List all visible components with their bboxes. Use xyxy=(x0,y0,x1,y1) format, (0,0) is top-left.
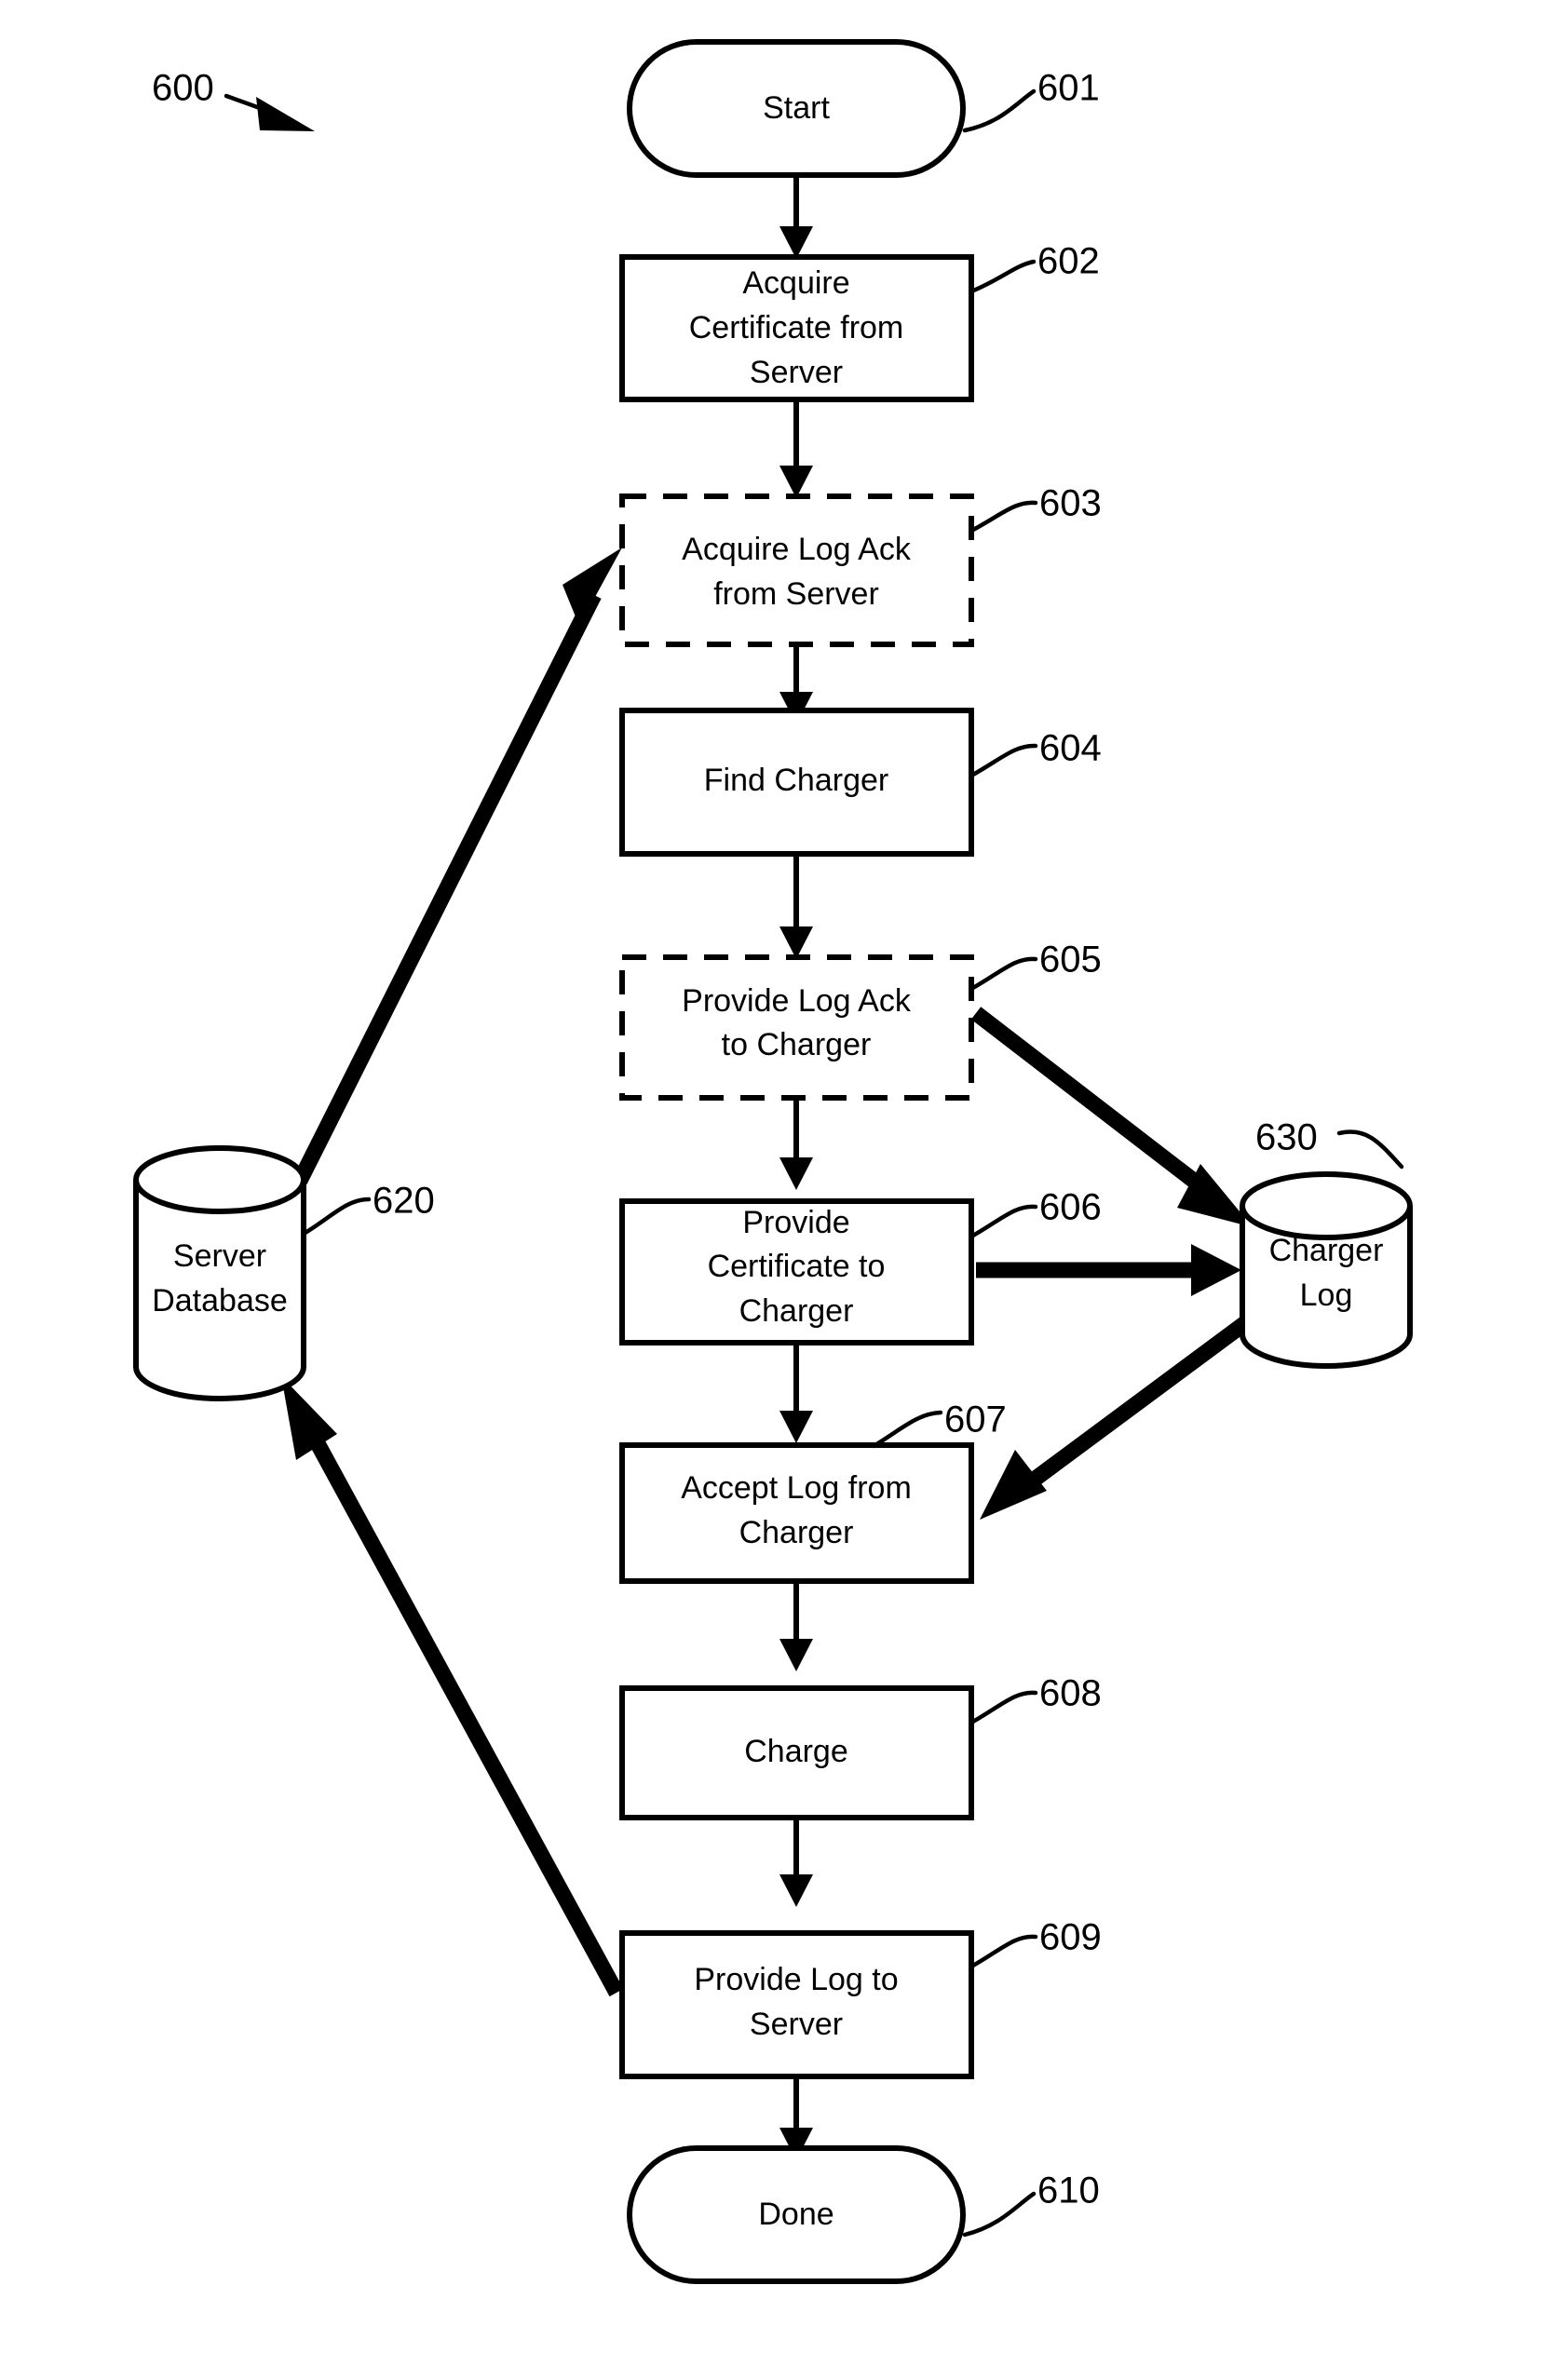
node-602-leader xyxy=(969,259,1037,294)
node-606-ref: 606 xyxy=(1039,1187,1102,1228)
edge-606-630-arrowhead xyxy=(1191,1244,1241,1296)
node-607-accept-log-from-charger[interactable]: Accept Log from Charger 607 xyxy=(619,1400,1007,1584)
node-610-label: Done xyxy=(758,2197,833,2232)
datastore-630-top[interactable] xyxy=(1240,1171,1413,1240)
datastore-630-ref: 630 xyxy=(1255,1117,1318,1158)
node-607-shape[interactable] xyxy=(619,1442,974,1584)
edge-630-607-arrowhead xyxy=(980,1450,1047,1520)
edge-608-609-arrowhead xyxy=(779,1874,813,1907)
node-604-leader xyxy=(969,743,1038,778)
edge-605-630 xyxy=(970,1007,1216,1200)
node-604-label: Find Charger xyxy=(704,763,888,798)
node-608-label: Charge xyxy=(744,1734,848,1769)
node-601-start[interactable]: Start 601 xyxy=(627,39,1100,178)
node-609-provide-log-to-server[interactable]: Provide Log to Server 609 xyxy=(619,1917,1102,2079)
node-609-leader xyxy=(969,1934,1038,1969)
node-608-ref: 608 xyxy=(1039,1673,1102,1714)
datastore-620-server-database[interactable]: Server Database 620 xyxy=(133,1145,435,1401)
edge-602-603-arrowhead xyxy=(779,466,813,498)
node-603-shape[interactable] xyxy=(619,494,974,647)
node-606-leader xyxy=(969,1204,1038,1239)
node-609-label-line-1: Provide Log to xyxy=(694,1962,898,1997)
node-608-charge[interactable]: Charge 608 xyxy=(619,1673,1102,1820)
node-603-label-line-1: Acquire Log Ack xyxy=(682,532,912,567)
datastore-620-ref: 620 xyxy=(373,1181,435,1222)
node-602-acquire-certificate-from-server[interactable]: Acquire Certificate from Server 602 xyxy=(619,241,1100,402)
edge-609-620 xyxy=(300,1420,624,1997)
figure-leader-arrowhead xyxy=(256,97,315,131)
datastore-630-charger-log[interactable]: Charger Log 630 xyxy=(1240,1117,1413,1369)
node-601-ref: 601 xyxy=(1037,68,1100,109)
node-607-leader xyxy=(871,1410,943,1449)
node-606-label-line-2: Certificate to xyxy=(708,1249,886,1284)
node-603-leader xyxy=(969,500,1038,534)
node-604-ref: 604 xyxy=(1039,728,1102,769)
edge-605-606-arrowhead xyxy=(779,1157,813,1190)
node-602-label-line-3: Server xyxy=(750,355,843,390)
node-607-label-line-1: Accept Log from xyxy=(681,1470,912,1506)
node-606-label-line-1: Provide xyxy=(742,1205,849,1240)
node-609-label-line-2: Server xyxy=(750,2007,843,2042)
patent-flowchart-figure: 600 Start 601 Acquire Certificate from S… xyxy=(0,0,1545,2380)
edge-620-603 xyxy=(292,591,602,1184)
edge-606-607-arrowhead xyxy=(779,1411,813,1443)
datastore-620-label-line-1: Server xyxy=(173,1238,266,1274)
node-602-ref: 602 xyxy=(1037,241,1100,282)
node-605-label-line-1: Provide Log Ack xyxy=(682,983,912,1019)
edge-601-602-arrowhead xyxy=(779,226,813,259)
edge-630-607 xyxy=(1023,1311,1258,1490)
datastore-620-leader xyxy=(301,1197,372,1237)
datastore-630-leader xyxy=(1336,1129,1404,1170)
node-602-label-line-1: Acquire xyxy=(742,265,849,301)
node-607-ref: 607 xyxy=(944,1400,1007,1440)
edge-607-608-arrowhead xyxy=(779,1639,813,1671)
flow-connectors xyxy=(779,175,813,2160)
datastore-630-label-line-2: Log xyxy=(1300,1278,1353,1313)
datastore-620-label-line-2: Database xyxy=(152,1283,288,1318)
datastore-630-label-line-1: Charger xyxy=(1269,1233,1384,1268)
node-610-done[interactable]: Done 610 xyxy=(627,2145,1100,2284)
node-605-ref: 605 xyxy=(1039,940,1102,980)
node-603-acquire-log-ack-from-server[interactable]: Acquire Log Ack from Server 603 xyxy=(619,483,1102,647)
node-601-label: Start xyxy=(763,90,830,126)
node-605-label-line-2: to Charger xyxy=(722,1027,872,1062)
flowchart-canvas: 600 Start 601 Acquire Certificate from S… xyxy=(133,39,1413,2284)
node-610-ref: 610 xyxy=(1037,2170,1100,2211)
node-604-find-charger[interactable]: Find Charger 604 xyxy=(619,708,1102,857)
node-609-ref: 609 xyxy=(1039,1917,1102,1958)
node-608-leader xyxy=(969,1690,1038,1725)
datastore-620-top[interactable] xyxy=(133,1145,306,1214)
figure-ref-label: 600 xyxy=(152,68,214,109)
node-601-leader xyxy=(962,88,1037,133)
edge-604-605-arrowhead xyxy=(779,926,813,959)
figure-reference-600: 600 xyxy=(152,68,315,131)
node-607-label-line-2: Charger xyxy=(739,1515,854,1550)
node-610-leader xyxy=(962,2191,1037,2238)
node-609-shape[interactable] xyxy=(619,1930,974,2079)
node-603-label-line-2: from Server xyxy=(713,576,879,612)
node-606-label-line-3: Charger xyxy=(739,1293,854,1329)
node-602-label-line-2: Certificate from xyxy=(689,310,904,345)
node-605-leader xyxy=(969,956,1038,992)
node-603-ref: 603 xyxy=(1039,483,1102,524)
node-605-provide-log-ack-to-charger[interactable]: Provide Log Ack to Charger 605 xyxy=(619,940,1102,1101)
